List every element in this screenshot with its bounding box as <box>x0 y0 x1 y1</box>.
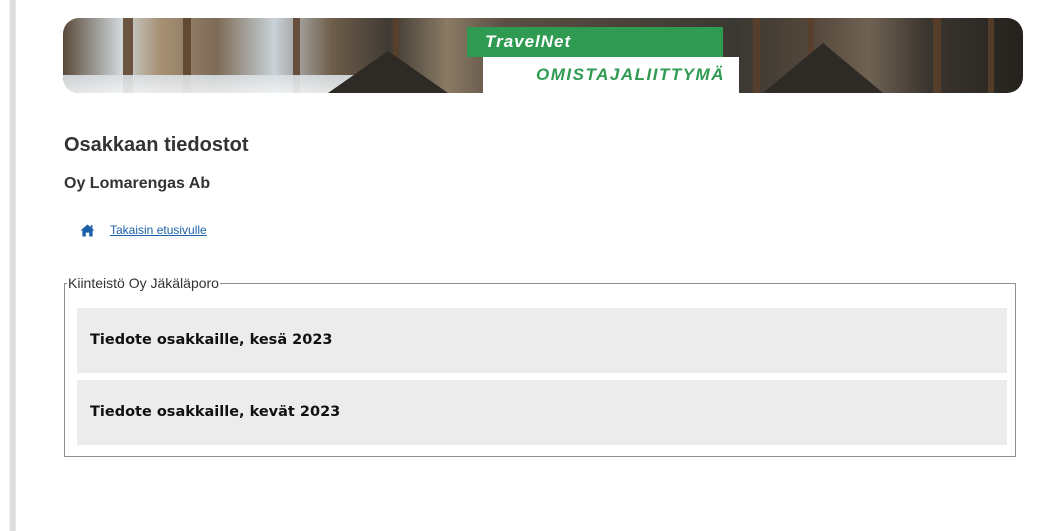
banner-photo-detail <box>753 18 760 93</box>
property-files-group: Kiinteistö Oy Jäkäläporo Tiedote osakkai… <box>64 274 1016 457</box>
home-icon <box>80 224 95 237</box>
banner-photo-detail <box>933 18 941 93</box>
window-edge <box>0 0 16 531</box>
company-name: Oy Lomarengas Ab <box>64 175 211 192</box>
banner-photo-detail <box>763 43 883 93</box>
banner-photo-detail <box>988 18 994 93</box>
property-name: Kiinteistö Oy Jäkäläporo <box>67 274 220 292</box>
header-banner: TravelNet OMISTAJALIITTYMÄ <box>63 18 1023 93</box>
brand-name: TravelNet <box>467 27 723 57</box>
page-title: Osakkaan tiedostot <box>64 134 249 156</box>
back-to-home-link[interactable]: Takaisin etusivulle <box>80 223 207 237</box>
brand-subtitle: OMISTAJALIITTYMÄ <box>483 57 739 93</box>
banner-photo-detail <box>328 51 448 93</box>
document-item[interactable]: Tiedote osakkaille, kesä 2023 <box>77 308 1007 373</box>
back-link-label[interactable]: Takaisin etusivulle <box>110 223 207 237</box>
document-item[interactable]: Tiedote osakkaille, kevät 2023 <box>77 380 1007 445</box>
